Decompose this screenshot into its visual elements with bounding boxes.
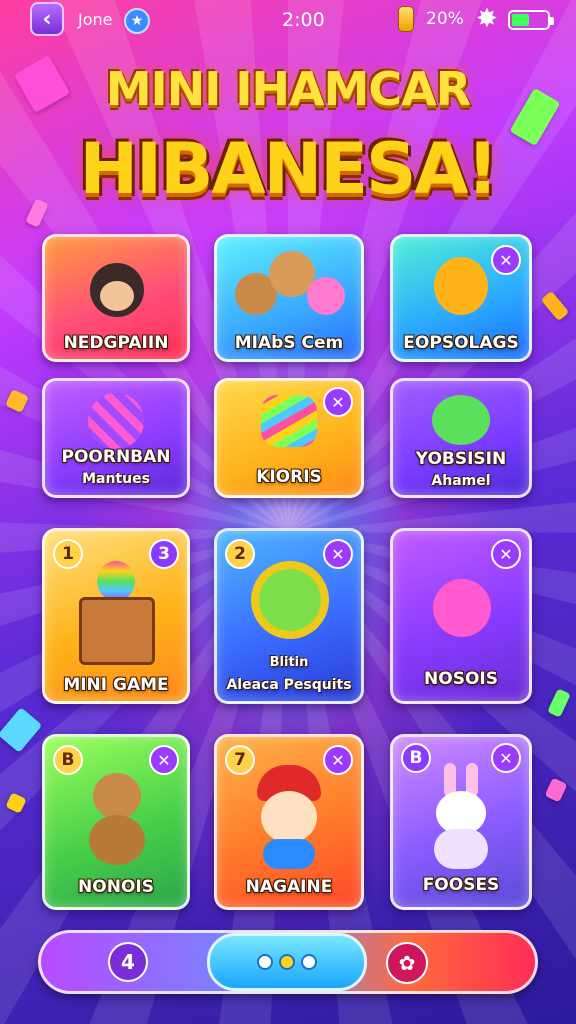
monkey-face-shape xyxy=(100,281,134,311)
game-card[interactable]: 1 3 MINI GAME xyxy=(42,528,190,704)
striped-ball-shape xyxy=(88,393,144,449)
game-card[interactable]: NEDGPAIIN xyxy=(42,234,190,362)
game-card-title: NAGAINE xyxy=(245,877,333,897)
bunny-body-shape xyxy=(434,829,488,869)
game-title-line1: MINI IHAMCAR xyxy=(105,62,471,116)
animal-friends-icon xyxy=(229,247,349,327)
game-card-subtitle: Aleaca Pesquits xyxy=(226,677,352,693)
cat-body-shape xyxy=(263,839,315,869)
rainbow-box-icon xyxy=(71,561,161,665)
page-indicator[interactable] xyxy=(207,933,367,991)
game-card-title: MINI GAME xyxy=(63,675,169,695)
game-title-line2: HIBANESA! xyxy=(79,128,498,210)
game-card[interactable]: MIAbS Cem xyxy=(214,234,364,362)
game-card[interactable]: 2 ✕ Blitin Aleaca Pesquits xyxy=(214,528,364,704)
game-card-title: POORNBAN xyxy=(61,447,171,467)
page-dot[interactable] xyxy=(301,954,317,970)
page-dot-active[interactable] xyxy=(279,954,295,970)
game-card-title: NONOIS xyxy=(78,877,154,897)
game-card[interactable]: ✕ NOSOIS xyxy=(390,528,532,704)
clock: 2:00 xyxy=(282,9,325,31)
page-dot[interactable] xyxy=(257,954,273,970)
game-card[interactable]: POORNBAN Mantues xyxy=(42,378,190,498)
game-card-title: MIAbS Cem xyxy=(234,333,344,353)
battery-fill xyxy=(512,14,529,26)
game-card-title: EOPSOLAGS xyxy=(403,333,519,353)
game-card[interactable]: B ✕ FOOSES xyxy=(390,734,532,910)
cat-icon xyxy=(71,769,161,869)
coin-icon xyxy=(398,6,414,32)
green-star-shape xyxy=(259,569,321,631)
pink-bear-shape xyxy=(433,579,491,637)
battery-icon xyxy=(508,10,554,30)
game-card-title: Blitin xyxy=(269,655,309,670)
candy-icon xyxy=(253,391,325,451)
game-card-title: YOBSISIN xyxy=(415,449,507,469)
confetti xyxy=(547,688,571,718)
game-card-title: KIORIS xyxy=(256,467,322,487)
star-badge-icon: ★ xyxy=(124,8,150,34)
gear-icon[interactable]: ✸ xyxy=(476,4,498,34)
game-card-subtitle: Ahamel xyxy=(431,473,491,489)
gift-button[interactable]: ✿ xyxy=(386,942,428,984)
game-card[interactable]: YOBSISIN Ahamel xyxy=(390,378,532,498)
confetti xyxy=(544,777,568,803)
game-card[interactable]: 7 ✕ NAGAINE xyxy=(214,734,364,910)
gummy-bear-icon xyxy=(426,251,496,327)
cat-body-shape xyxy=(89,815,145,865)
rainbow-swirl-shape xyxy=(97,561,135,601)
game-card-title: NEDGPAIIN xyxy=(63,333,169,353)
game-card-title: NOSOIS xyxy=(424,669,498,689)
close-icon[interactable]: ✕ xyxy=(323,387,353,417)
bunny-icon xyxy=(418,763,504,871)
back-button[interactable]: ‹ xyxy=(30,2,64,36)
game-card-subtitle: Mantues xyxy=(82,471,150,487)
cat-head-shape xyxy=(93,773,141,819)
game-card[interactable]: ✕ KIORIS xyxy=(214,378,364,498)
box-shape xyxy=(79,597,155,665)
lives-button[interactable]: 4 xyxy=(108,942,148,982)
hat-cat-icon xyxy=(241,761,337,869)
green-blob-icon xyxy=(426,393,496,449)
monkey-icon xyxy=(76,251,156,329)
game-card-title: FOOSES xyxy=(422,875,500,895)
gift-icon: ✿ xyxy=(398,951,416,975)
confetti xyxy=(5,389,29,413)
coin-value: 20% xyxy=(426,9,464,29)
pig-shape xyxy=(307,277,345,315)
chevron-left-icon: ‹ xyxy=(42,6,52,32)
green-star-icon xyxy=(241,557,337,649)
confetti xyxy=(0,707,43,753)
user-name: Jone xyxy=(78,10,113,29)
pink-bear-icon xyxy=(415,561,507,657)
confetti xyxy=(540,290,570,322)
striped-ball-icon xyxy=(84,391,148,451)
green-blob-shape xyxy=(432,395,490,445)
gummy-bear-shape xyxy=(434,257,488,315)
candy-shape xyxy=(261,395,317,447)
game-card[interactable]: ✕ EOPSOLAGS xyxy=(390,234,532,362)
confetti xyxy=(5,792,27,814)
game-card[interactable]: B ✕ NONOIS xyxy=(42,734,190,910)
cat-face-shape xyxy=(261,791,317,843)
status-bar: ‹ Jone ★ 2:00 20% ✸ xyxy=(0,0,576,40)
